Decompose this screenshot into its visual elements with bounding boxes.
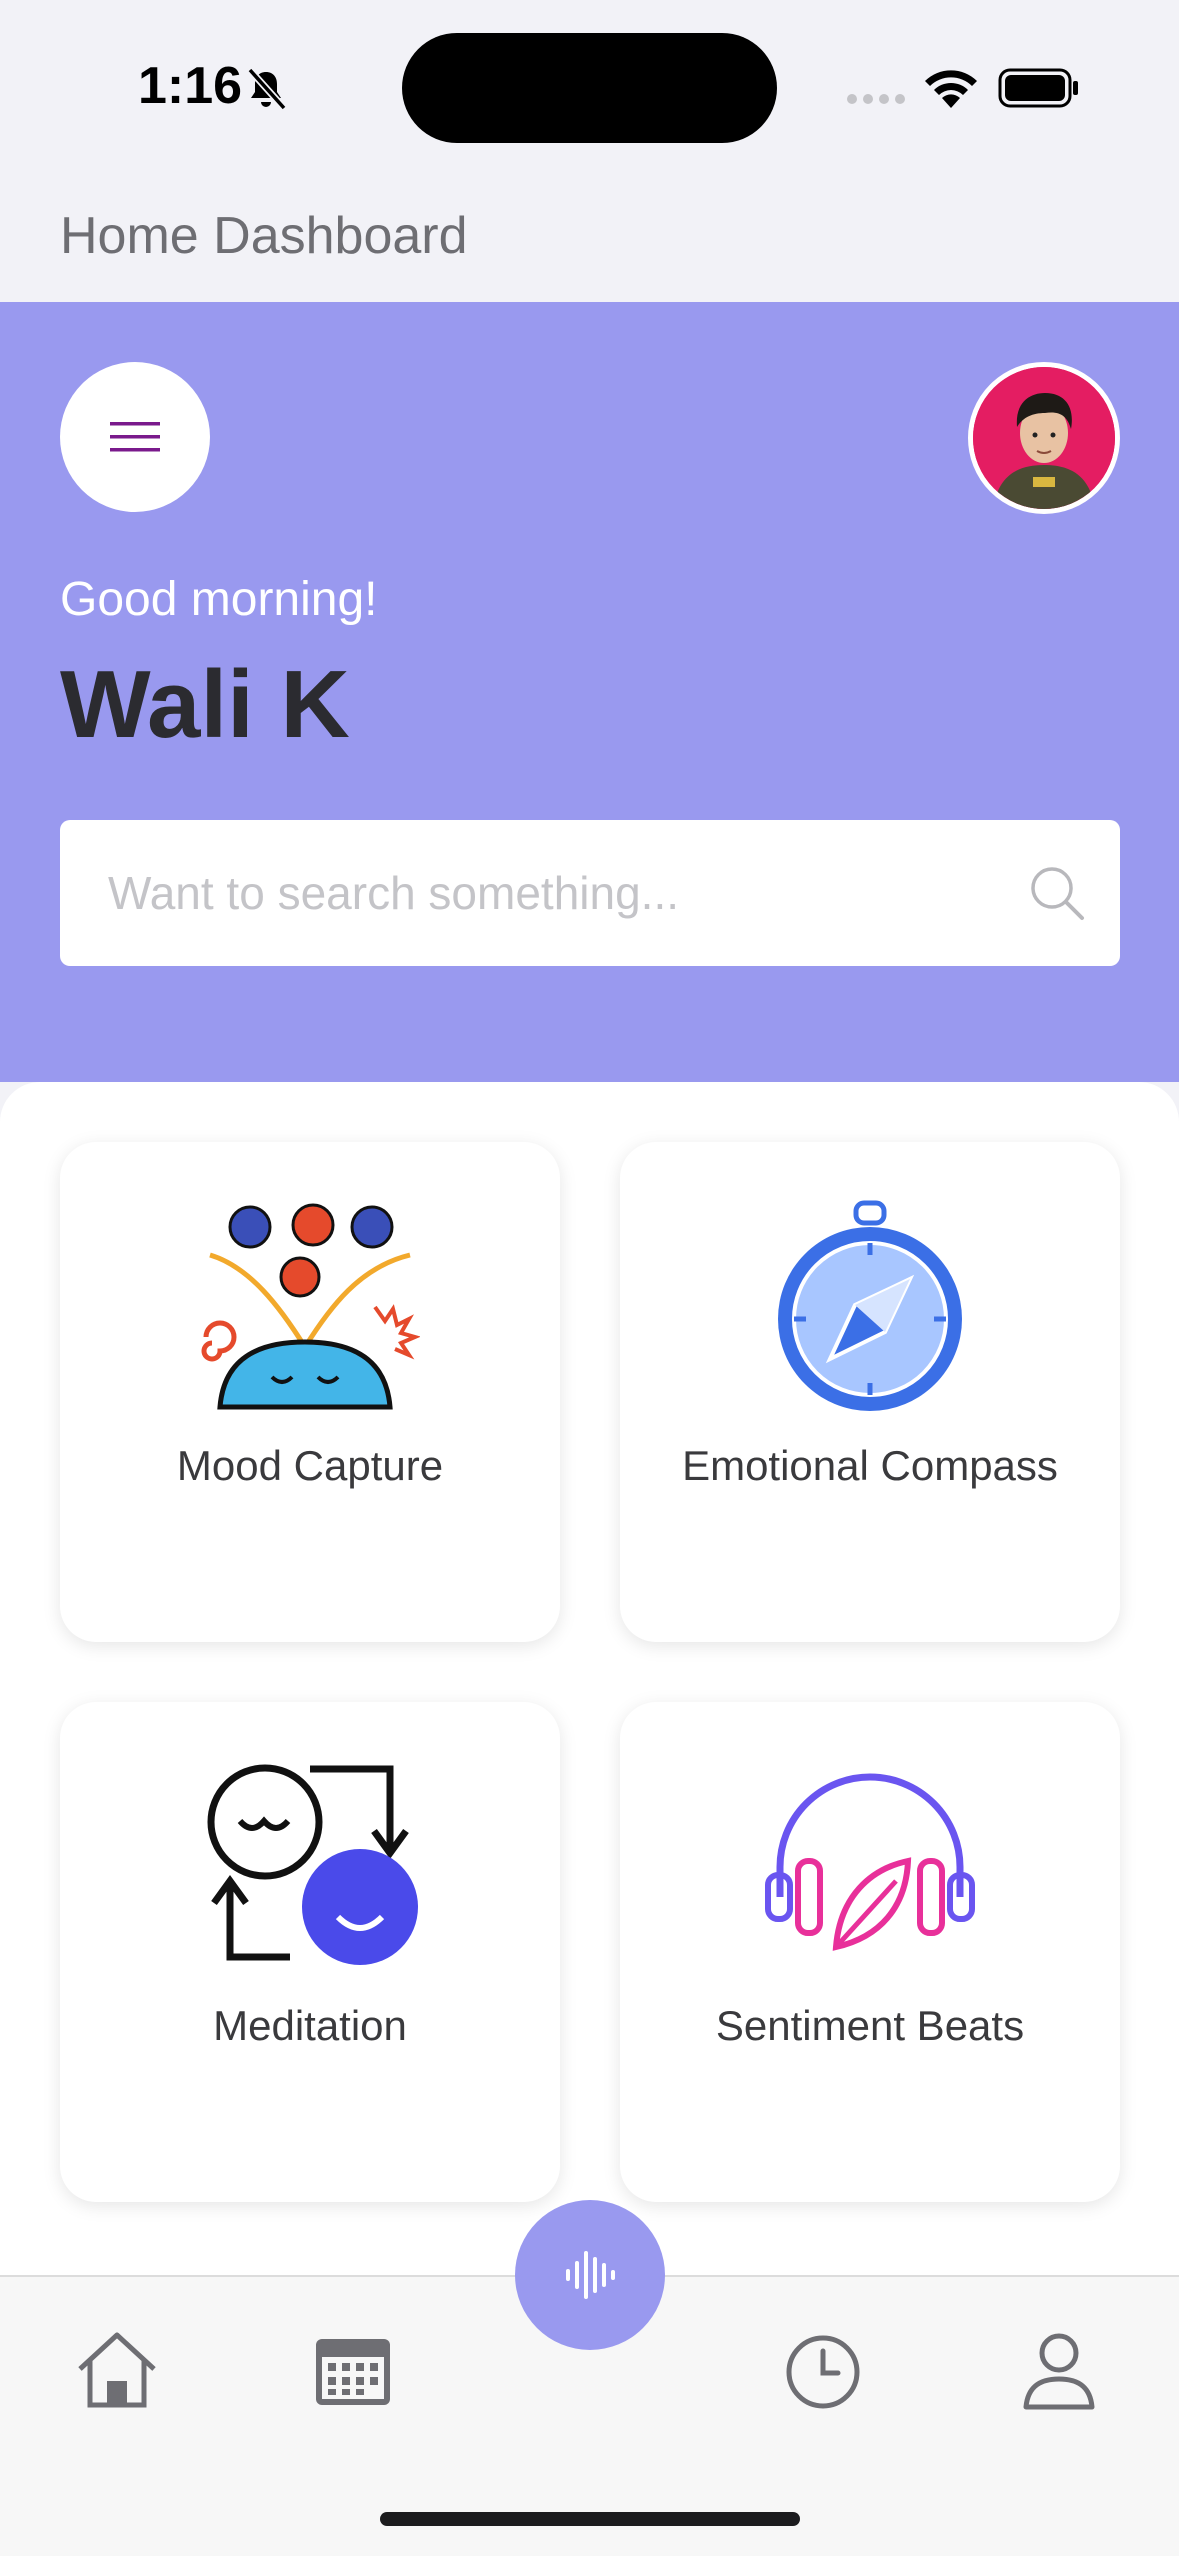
card-mood-capture[interactable]: Mood Capture [60, 1142, 560, 1642]
hamburger-menu-icon [110, 422, 160, 452]
card-label: Mood Capture [176, 1442, 444, 1489]
voice-waveform-icon [566, 2251, 615, 2299]
dynamic-island [402, 33, 777, 143]
headphones-leaf-icon [765, 1773, 975, 1951]
avatar[interactable] [968, 362, 1120, 514]
wifi-icon [925, 70, 977, 108]
card-label: Emotional Compass [682, 1442, 1058, 1489]
search-input[interactable] [108, 820, 1008, 966]
meditation-cycle-icon [207, 1764, 418, 1965]
home-icon[interactable] [72, 2325, 162, 2415]
bell-slash-icon [247, 67, 287, 110]
page-title: Home Dashboard [60, 207, 468, 265]
mood-faces-icon [201, 1203, 420, 1410]
menu-button[interactable] [60, 362, 210, 512]
content-panel: Mood Capture Emotional Compass Meditatio… [0, 1082, 1179, 2275]
cellular-signal-icon [847, 94, 905, 104]
hero-banner: Good morning! Wali K [0, 302, 1179, 1082]
voice-record-button[interactable] [515, 2200, 665, 2350]
user-name: Wali K [60, 651, 350, 758]
avatar-image [973, 367, 1115, 509]
search-box [60, 820, 1120, 966]
calendar-icon[interactable] [308, 2325, 398, 2415]
profile-icon[interactable] [1014, 2325, 1104, 2415]
search-icon[interactable] [1026, 862, 1088, 924]
status-time: 1:16 [138, 57, 243, 115]
card-label: Meditation [213, 2002, 407, 2049]
home-indicator [380, 2512, 800, 2526]
card-emotional-compass[interactable]: Emotional Compass [620, 1142, 1120, 1642]
greeting: Good morning! [60, 573, 378, 626]
battery-icon [998, 68, 1078, 108]
clock-icon[interactable] [778, 2325, 868, 2415]
card-sentiment-beats[interactable]: Sentiment Beats [620, 1702, 1120, 2202]
card-label: Sentiment Beats [715, 2002, 1025, 2049]
compass-icon [778, 1200, 962, 1411]
status-bar: 1:16 [0, 0, 1179, 180]
card-meditation[interactable]: Meditation [60, 1702, 560, 2202]
